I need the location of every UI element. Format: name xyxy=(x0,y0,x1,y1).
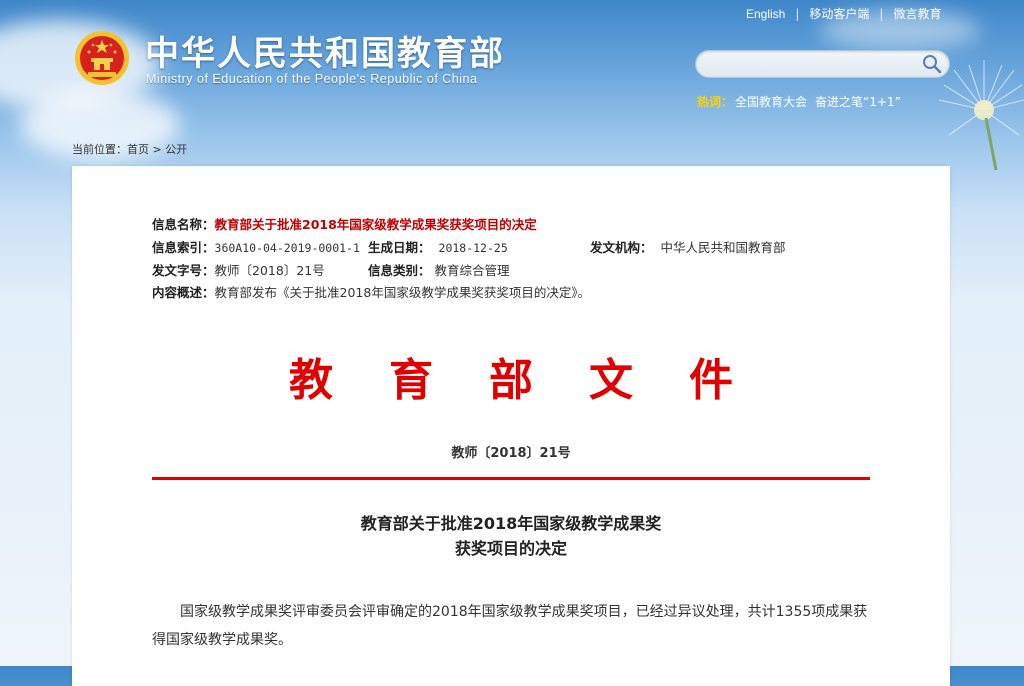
hot-words-label: 热词： xyxy=(697,95,734,109)
meta-org-label: 发文机构： xyxy=(590,240,653,255)
meta-docno-value: 教师〔2018〕21号 xyxy=(214,263,325,278)
meta-row-summary: 内容概述：教育部发布《关于批准2018年国家级教学成果奖获奖项目的决定》。 xyxy=(152,282,590,301)
hot-words: 热词： 全国教育大会 奋进之笔“1+1” xyxy=(697,93,901,110)
meta-summary-value: 教育部发布《关于批准2018年国家级教学成果奖获奖项目的决定》。 xyxy=(214,285,591,300)
breadcrumb-label: 当前位置： xyxy=(72,143,127,156)
meta-row-docno: 发文字号：教师〔2018〕21号 xyxy=(152,260,325,279)
meta-docno-label: 发文字号： xyxy=(152,263,215,278)
top-links: English | 移动客户端 | 微言教育 xyxy=(746,5,941,22)
english-link[interactable]: English xyxy=(746,7,785,21)
content-panel: 信息名称：教育部关于批准2018年国家级教学成果奖获奖项目的决定 信息索引：36… xyxy=(72,166,950,686)
meta-name-label: 信息名称： xyxy=(152,217,215,232)
document-title-line1: 教育部关于批准2018年国家级教学成果奖 xyxy=(360,514,662,533)
mobile-client-link[interactable]: 移动客户端 xyxy=(809,7,869,21)
document-number: 教师〔2018〕21号 xyxy=(451,446,571,461)
weiyan-education-link[interactable]: 微言教育 xyxy=(893,7,941,21)
hot-word-link[interactable]: 全国教育大会 xyxy=(735,95,807,109)
meta-org-value: 中华人民共和国教育部 xyxy=(660,240,786,255)
breadcrumb-public-link[interactable]: 公开 xyxy=(165,143,187,156)
red-divider-line xyxy=(152,477,870,480)
meta-index-label: 信息索引： xyxy=(152,240,215,255)
hot-word-link[interactable]: 奋进之笔“1+1” xyxy=(815,95,901,109)
search-box xyxy=(695,50,950,78)
meta-date-label: 生成日期： xyxy=(368,240,431,255)
meta-row-category: 信息类别： 教育综合管理 xyxy=(368,260,510,279)
dandelion-decoration xyxy=(938,60,1024,170)
document-title-line2: 获奖项目的决定 xyxy=(454,539,567,558)
breadcrumb-separator: > xyxy=(152,143,162,156)
link-divider: | xyxy=(879,7,884,21)
meta-name-value: 教育部关于批准2018年国家级教学成果奖获奖项目的决定 xyxy=(214,217,537,232)
meta-row-date: 生成日期： 2018-12-25 xyxy=(368,237,508,256)
search-input[interactable] xyxy=(708,55,912,75)
document-paragraph: 国家级教学成果奖评审委员会评审确定的2018年国家级教学成果奖项目，已经过异议处… xyxy=(152,604,868,648)
breadcrumb-home-link[interactable]: 首页 xyxy=(127,143,149,156)
link-divider: | xyxy=(795,7,800,21)
meta-index-value: 360A10-04-2019-0001-1 xyxy=(214,241,360,255)
breadcrumb: 当前位置：首页 > 公开 xyxy=(72,141,187,157)
site-title-english[interactable]: Ministry of Education of the People's Re… xyxy=(146,72,477,86)
meta-category-value: 教育综合管理 xyxy=(434,263,510,278)
meta-date-value: 2018-12-25 xyxy=(438,241,508,255)
meta-row-index: 信息索引：360A10-04-2019-0001-1 xyxy=(152,237,360,256)
meta-row-org: 发文机构： 中华人民共和国教育部 xyxy=(590,237,786,256)
site-title[interactable]: 中华人民共和国教育部 xyxy=(145,26,505,75)
document-heading: 教育部文件 xyxy=(289,355,789,406)
meta-category-label: 信息类别： xyxy=(368,263,431,278)
meta-summary-label: 内容概述： xyxy=(152,285,215,300)
national-emblem-logo[interactable] xyxy=(74,30,130,86)
meta-row-name: 信息名称：教育部关于批准2018年国家级教学成果奖获奖项目的决定 xyxy=(152,214,537,233)
